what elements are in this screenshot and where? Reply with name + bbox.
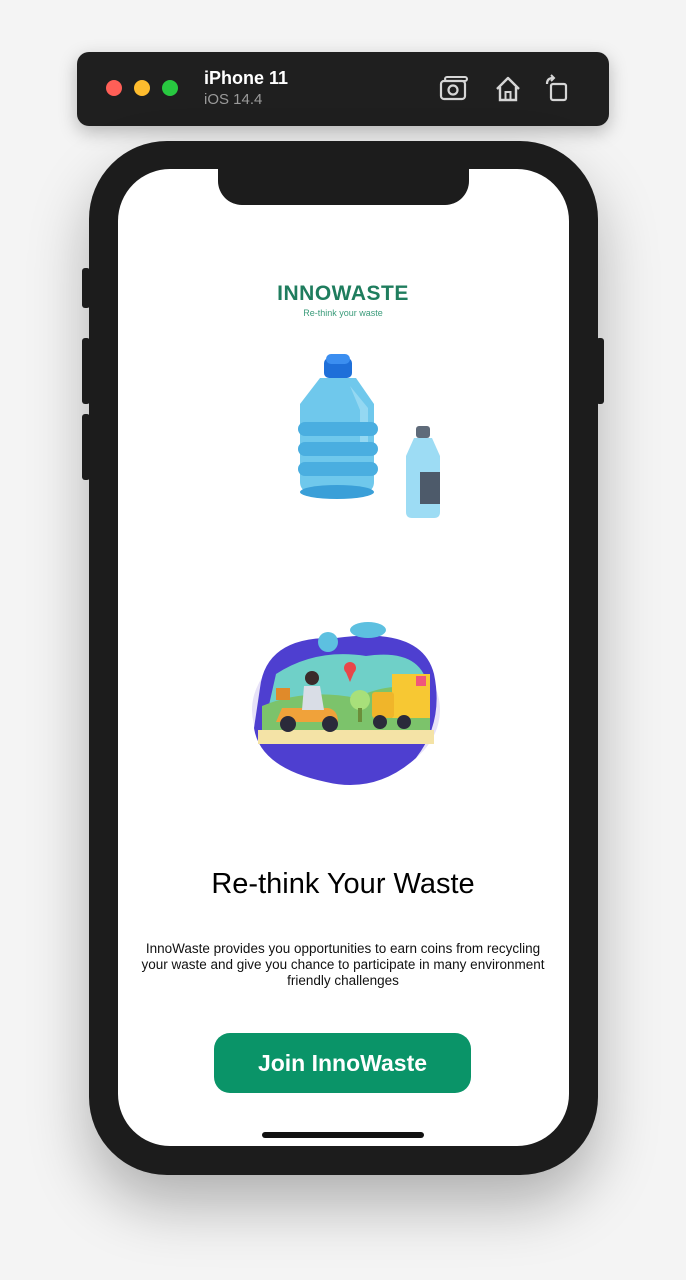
- logo-tagline: Re-think your waste: [303, 308, 383, 318]
- volume-up-button: [82, 338, 90, 404]
- home-indicator[interactable]: [262, 1132, 424, 1138]
- screenshot-icon[interactable]: [438, 74, 468, 104]
- onboarding-description: InnoWaste provides you opportunities to …: [141, 941, 545, 988]
- simulator-toolbar: [77, 52, 609, 126]
- onboarding-title: Re-think Your Waste: [211, 868, 475, 900]
- device-name: iPhone 11: [204, 68, 289, 88]
- bottles-illustration: [298, 354, 440, 518]
- delivery-scene-illustration: [252, 622, 440, 785]
- os-version: iOS 14.4: [204, 91, 263, 108]
- rotate-icon[interactable]: [543, 74, 573, 104]
- app-logo: INNOWASTE Re-think your waste: [0, 282, 686, 318]
- logo-wordmark: INNOWASTE: [277, 282, 409, 305]
- minimize-window-button[interactable]: [134, 80, 150, 96]
- home-icon[interactable]: [493, 74, 523, 104]
- power-button: [596, 338, 604, 404]
- close-window-button[interactable]: [106, 80, 122, 96]
- zoom-window-button[interactable]: [162, 80, 178, 96]
- volume-down-button: [82, 414, 90, 480]
- join-button[interactable]: Join InnoWaste: [214, 1033, 471, 1093]
- notch: [218, 169, 469, 205]
